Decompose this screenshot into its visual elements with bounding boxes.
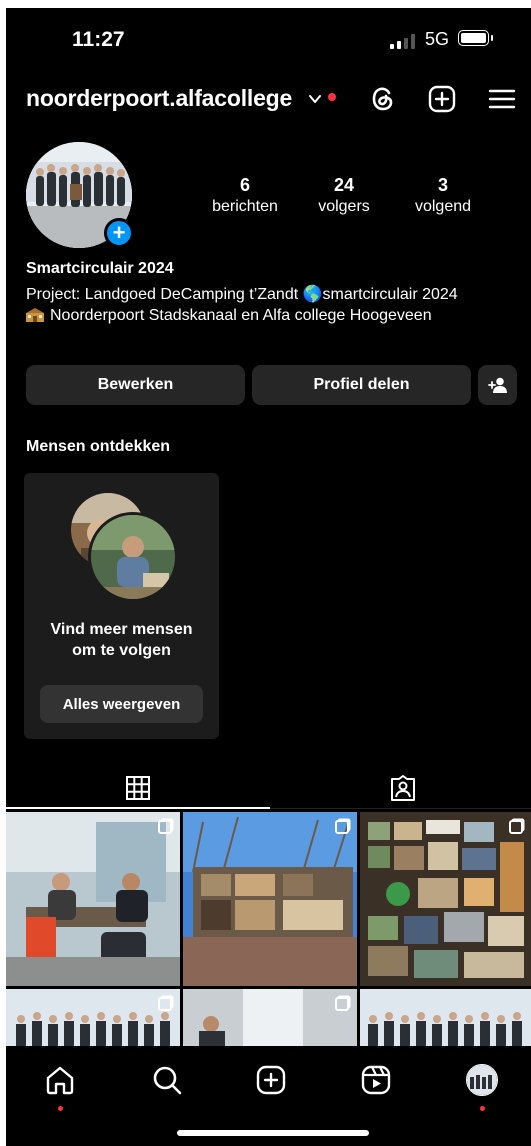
edit-profile-button[interactable]: Bewerken bbox=[26, 365, 245, 405]
stat-label: berichten bbox=[212, 198, 278, 215]
tab-divider bbox=[270, 808, 531, 809]
status-time: 11:27 bbox=[72, 28, 125, 51]
discover-card-text: Vind meer mensen om te volgen bbox=[24, 619, 219, 661]
battery-icon bbox=[458, 30, 489, 46]
search-icon[interactable] bbox=[151, 1064, 183, 1096]
profile-name: Smartcirculair 2024 bbox=[26, 260, 174, 277]
profile-header: noorderpoort.alfacollege bbox=[6, 78, 531, 122]
status-bar: 11:27 5G bbox=[6, 8, 531, 70]
chevron-down-icon[interactable] bbox=[308, 92, 322, 106]
post-tile[interactable] bbox=[6, 812, 180, 986]
share-profile-button[interactable]: Profiel delen bbox=[252, 365, 471, 405]
carousel-icon bbox=[335, 997, 349, 1011]
active-tab-indicator bbox=[6, 807, 270, 809]
discover-people-button[interactable] bbox=[478, 365, 517, 405]
discover-card-line: Vind meer mensen bbox=[50, 621, 193, 638]
discover-title: Mensen ontdekken bbox=[26, 438, 171, 455]
threads-icon[interactable] bbox=[368, 84, 398, 114]
profile-notification-dot bbox=[480, 1106, 485, 1111]
add-person-icon bbox=[487, 377, 507, 393]
stat-posts[interactable]: 6 berichten bbox=[195, 175, 295, 216]
profile-tabs bbox=[6, 763, 531, 811]
discover-card: Vind meer mensen om te volgen Alles weer… bbox=[24, 473, 219, 739]
stat-label: volgers bbox=[318, 198, 370, 215]
battery-tip bbox=[491, 35, 493, 41]
stat-value: 6 bbox=[239, 175, 250, 195]
bio-line-text: Noorderpoort Stadskanaal en Alfa college… bbox=[50, 307, 432, 324]
profile-avatar[interactable] bbox=[466, 1064, 498, 1096]
post-tile[interactable] bbox=[360, 989, 531, 1049]
reels-icon[interactable] bbox=[360, 1064, 392, 1096]
home-icon[interactable] bbox=[44, 1064, 76, 1096]
add-post-icon[interactable] bbox=[427, 84, 457, 114]
signal-icon bbox=[390, 34, 415, 49]
suggestion-avatar-front bbox=[88, 512, 178, 602]
profile-bio: Project: Landgoed DeCamping t’Zandt 🌎sma… bbox=[26, 284, 516, 326]
carousel-icon bbox=[509, 820, 523, 834]
username-switcher[interactable]: noorderpoort.alfacollege bbox=[26, 85, 292, 112]
post-tile[interactable] bbox=[183, 812, 357, 986]
stat-following[interactable]: 3 volgend bbox=[393, 175, 493, 216]
school-icon bbox=[26, 308, 44, 322]
home-indicator[interactable] bbox=[177, 1130, 369, 1136]
menu-icon[interactable] bbox=[487, 84, 517, 114]
bio-line-2: Noorderpoort Stadskanaal en Alfa college… bbox=[26, 305, 516, 326]
grid-icon[interactable] bbox=[125, 775, 151, 801]
discover-card-line: om te volgen bbox=[72, 642, 171, 659]
stat-label: volgend bbox=[414, 198, 472, 215]
create-icon[interactable] bbox=[255, 1064, 287, 1096]
notification-dot bbox=[328, 93, 336, 101]
stat-value: 24 bbox=[333, 175, 355, 195]
stat-followers[interactable]: 24 volgers bbox=[294, 175, 394, 216]
bio-line: Project: Landgoed DeCamping t’Zandt 🌎sma… bbox=[26, 286, 458, 303]
stat-value: 3 bbox=[437, 175, 448, 195]
carousel-icon bbox=[158, 820, 172, 834]
see-all-button[interactable]: Alles weergeven bbox=[40, 685, 203, 723]
carousel-icon bbox=[158, 997, 172, 1011]
post-tile[interactable] bbox=[360, 812, 531, 986]
post-tile[interactable] bbox=[6, 989, 180, 1049]
home-notification-dot bbox=[58, 1106, 63, 1111]
add-story-button[interactable]: + bbox=[104, 218, 134, 248]
carousel-icon bbox=[335, 820, 349, 834]
post-tile[interactable] bbox=[183, 989, 357, 1049]
profile-avatar[interactable]: + bbox=[26, 142, 134, 250]
app-screen: 11:27 5G noorderpoort.alfacollege + 6 be… bbox=[6, 8, 531, 1146]
tagged-icon[interactable] bbox=[389, 774, 417, 802]
network-label: 5G bbox=[425, 29, 450, 49]
